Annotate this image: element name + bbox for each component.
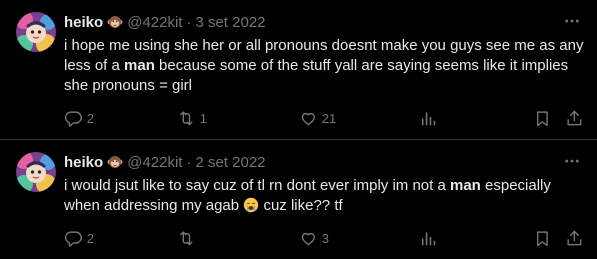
reply-button[interactable]: 2 xyxy=(64,228,94,248)
like-button[interactable]: 21 xyxy=(299,108,336,128)
crying-face-emoji xyxy=(243,197,259,213)
tweet-actions: 2 3 xyxy=(56,228,596,248)
monkey-face-emoji xyxy=(107,14,123,30)
retweet-button[interactable]: 1 xyxy=(177,108,207,128)
views-icon xyxy=(421,231,436,246)
separator-dot: · xyxy=(186,13,192,31)
separator-dot: · xyxy=(186,153,192,171)
bookmark-button[interactable] xyxy=(533,108,552,128)
display-name[interactable]: heiko xyxy=(64,14,103,31)
tweet-text-part: i would jsut like to say cuz of tl rn do… xyxy=(64,177,450,194)
highlighted-term: man xyxy=(450,177,481,194)
avatar[interactable] xyxy=(16,152,56,192)
reply-count: 2 xyxy=(86,110,94,126)
retweet-button[interactable] xyxy=(177,228,200,248)
avatar[interactable] xyxy=(16,12,56,52)
retweet-icon xyxy=(180,111,193,125)
like-button[interactable]: 3 xyxy=(299,228,329,248)
like-count: 21 xyxy=(321,110,337,126)
reply-count: 2 xyxy=(86,230,94,246)
share-icon xyxy=(567,110,582,125)
tweet-header: heiko @422kit · 3 set 2022 xyxy=(64,12,266,32)
retweet-icon xyxy=(180,231,193,245)
more-horizontal-icon[interactable] xyxy=(561,10,583,32)
user-handle[interactable]: @422kit xyxy=(127,14,182,31)
tweet-header: heiko @422kit · 2 set 2022 xyxy=(64,152,266,172)
views-button[interactable] xyxy=(418,108,437,128)
tweet-date[interactable]: 3 set 2022 xyxy=(195,14,265,31)
tweet-text: i would jsut like to say cuz of tl rn do… xyxy=(64,176,584,216)
retweet-count: 1 xyxy=(199,110,207,126)
reply-icon xyxy=(64,111,82,127)
like-count: 3 xyxy=(321,230,329,246)
bookmark-icon xyxy=(536,111,548,126)
share-button[interactable] xyxy=(565,228,584,248)
heart-icon xyxy=(301,112,315,125)
bookmark-button[interactable] xyxy=(533,228,552,248)
highlighted-term: man xyxy=(124,57,155,74)
reply-icon xyxy=(64,231,82,247)
tweet[interactable]: heiko @422kit · 2 set 2022 i would jsut … xyxy=(0,140,597,259)
views-button[interactable] xyxy=(418,228,437,248)
share-icon xyxy=(567,230,582,245)
bookmark-icon xyxy=(536,231,548,246)
reply-button[interactable]: 2 xyxy=(64,108,94,128)
more-horizontal-icon[interactable] xyxy=(561,150,583,172)
tweet-actions: 2 1 21 xyxy=(56,108,596,128)
heart-icon xyxy=(301,232,315,245)
tweet[interactable]: heiko @422kit · 3 set 2022 i hope me usi… xyxy=(0,0,597,139)
tweet-text-part: cuz like?? tf xyxy=(259,197,343,214)
user-handle[interactable]: @422kit xyxy=(127,154,182,171)
display-name[interactable]: heiko xyxy=(64,154,103,171)
monkey-face-emoji xyxy=(107,154,123,170)
share-button[interactable] xyxy=(565,108,584,128)
tweet-text: i hope me using she her or all pronouns … xyxy=(64,36,584,96)
views-icon xyxy=(421,111,436,126)
tweet-date[interactable]: 2 set 2022 xyxy=(195,154,265,171)
